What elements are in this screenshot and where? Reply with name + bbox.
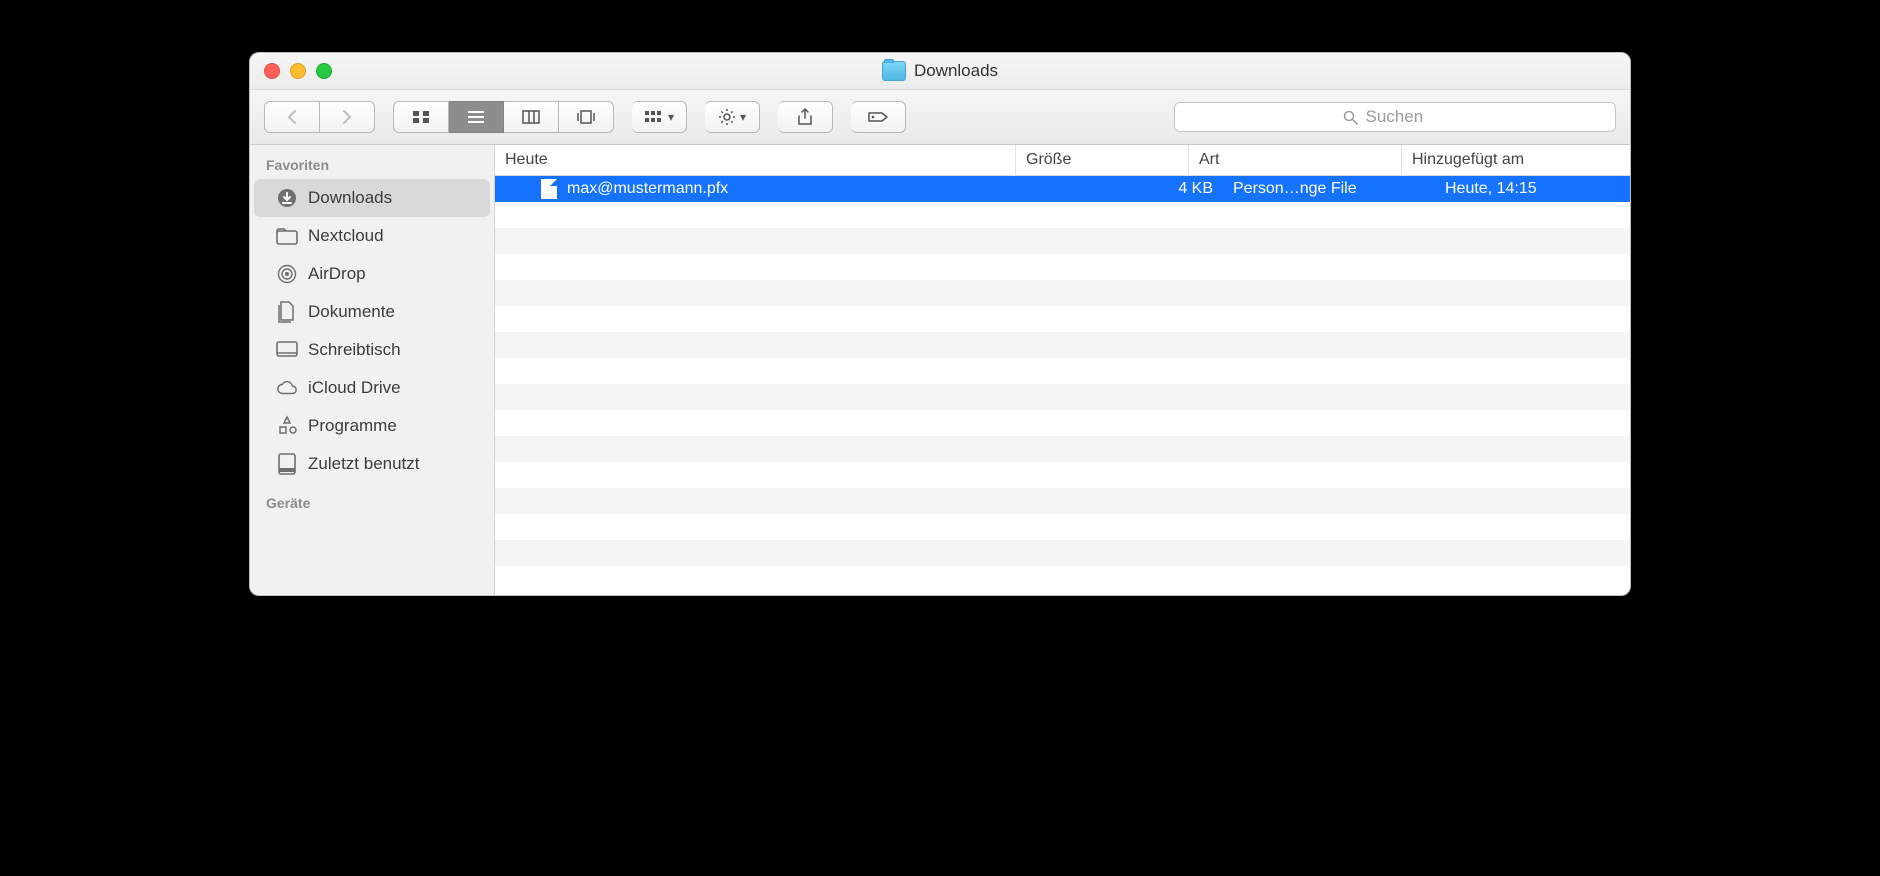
search-input[interactable] [1364, 106, 1448, 128]
empty-row [495, 410, 1630, 436]
desktop-icon [276, 339, 298, 361]
view-columns-button[interactable] [504, 101, 559, 133]
sidebar-item-label: Nextcloud [308, 226, 384, 246]
gear-icon [718, 108, 736, 126]
tags-button[interactable] [851, 101, 906, 133]
sidebar-item-desktop[interactable]: Schreibtisch [254, 331, 490, 369]
search-field[interactable] [1174, 102, 1616, 132]
chevron-right-icon [341, 110, 353, 124]
column-header-name[interactable]: Heute [495, 145, 1015, 175]
chevron-left-icon [286, 110, 298, 124]
traffic-lights [250, 63, 332, 79]
forward-button[interactable] [320, 101, 375, 133]
arrange-button[interactable]: ▾ [632, 101, 687, 133]
sidebar-item-nextcloud[interactable]: Nextcloud [254, 217, 490, 255]
cloud-icon [276, 377, 298, 399]
sidebar-item-icloud[interactable]: iCloud Drive [254, 369, 490, 407]
gallery-icon [577, 110, 595, 124]
sidebar-item-label: Dokumente [308, 302, 395, 322]
close-icon[interactable] [264, 63, 280, 79]
action-button[interactable]: ▾ [705, 101, 760, 133]
nav-buttons [264, 101, 375, 133]
folder-icon [276, 225, 298, 247]
sidebar-item-label: iCloud Drive [308, 378, 401, 398]
sidebar-item-downloads[interactable]: Downloads [254, 179, 490, 217]
file-kind: Person…nge File [1223, 176, 1435, 202]
toolbar: ▾ ▾ [250, 90, 1630, 145]
view-icons-button[interactable] [393, 101, 449, 133]
empty-row [495, 306, 1630, 332]
empty-row [495, 436, 1630, 462]
share-icon [797, 108, 813, 126]
file-list: Heute Größe Art Hinzugefügt am max@muste… [495, 145, 1630, 595]
tag-icon [867, 110, 889, 124]
share-button[interactable] [778, 101, 833, 133]
chevron-down-icon: ▾ [740, 110, 746, 124]
view-gallery-button[interactable] [559, 101, 614, 133]
view-buttons [393, 101, 614, 133]
sidebar-heading-devices: Geräte [250, 483, 494, 517]
column-header-size[interactable]: Größe [1015, 145, 1188, 175]
column-header-kind[interactable]: Art [1188, 145, 1401, 175]
back-button[interactable] [264, 101, 320, 133]
columns-icon [522, 110, 540, 124]
empty-row [495, 566, 1630, 592]
titlebar: Downloads [250, 53, 1630, 90]
column-headers: Heute Größe Art Hinzugefügt am [495, 145, 1630, 176]
zoom-icon[interactable] [316, 63, 332, 79]
file-icon [541, 179, 557, 199]
rows-container: max@mustermann.pfx 4 KB Person…nge File … [495, 176, 1630, 595]
file-row[interactable]: max@mustermann.pfx 4 KB Person…nge File … [495, 176, 1630, 202]
empty-row [495, 228, 1630, 254]
download-icon [276, 187, 298, 209]
apps-icon [276, 415, 298, 437]
empty-row [495, 488, 1630, 514]
recent-icon [276, 453, 298, 475]
empty-row [495, 358, 1630, 384]
empty-row [495, 462, 1630, 488]
grid-icon [412, 110, 430, 124]
view-list-button[interactable] [449, 101, 504, 133]
minimize-icon[interactable] [290, 63, 306, 79]
sidebar-item-label: Programme [308, 416, 397, 436]
sidebar-item-recent[interactable]: Zuletzt benutzt [254, 445, 490, 483]
empty-row [495, 254, 1630, 280]
empty-row [495, 280, 1630, 306]
window-title-text: Downloads [914, 61, 998, 81]
content-area: Favoriten Downloads Nextcloud AirDrop [250, 145, 1630, 595]
sidebar: Favoriten Downloads Nextcloud AirDrop [250, 145, 495, 595]
airdrop-icon [276, 263, 298, 285]
window-title: Downloads [250, 61, 1630, 81]
sidebar-item-label: Schreibtisch [308, 340, 401, 360]
sidebar-item-airdrop[interactable]: AirDrop [254, 255, 490, 293]
sidebar-item-label: AirDrop [308, 264, 366, 284]
empty-row [495, 384, 1630, 410]
sidebar-item-documents[interactable]: Dokumente [254, 293, 490, 331]
list-icon [467, 110, 485, 124]
file-size: 4 KB [1051, 176, 1223, 202]
empty-row [495, 540, 1630, 566]
sidebar-item-label: Downloads [308, 188, 392, 208]
sidebar-item-label: Zuletzt benutzt [308, 454, 420, 474]
empty-row [495, 332, 1630, 358]
finder-window: Downloads [249, 52, 1631, 596]
file-name: max@mustermann.pfx [567, 180, 728, 198]
empty-row [495, 514, 1630, 540]
sidebar-heading-favorites: Favoriten [250, 145, 494, 179]
search-icon [1343, 110, 1358, 125]
empty-row [495, 202, 1630, 228]
sidebar-item-apps[interactable]: Programme [254, 407, 490, 445]
documents-icon [276, 301, 298, 323]
chevron-down-icon: ▾ [668, 110, 674, 124]
file-name-cell: max@mustermann.pfx [495, 176, 1051, 202]
column-header-date[interactable]: Hinzugefügt am [1401, 145, 1630, 175]
arrange-icon [644, 110, 664, 124]
file-date: Heute, 14:15 [1435, 176, 1630, 202]
folder-icon [882, 61, 906, 81]
